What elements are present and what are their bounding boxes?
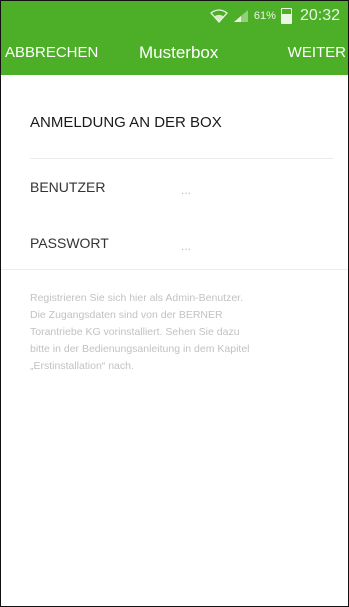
app-title: Musterbox	[139, 43, 219, 62]
section-title: ANMELDUNG AN DER BOX	[30, 114, 222, 131]
info-line: Torantriebe KG vorinstalliert. Sehen Sie…	[30, 326, 240, 338]
clock-time: 20:32	[299, 7, 340, 24]
app-screen: 61% 20:32 ABBRECHEN Musterbox WEITER ANM…	[0, 0, 349, 607]
battery-fill	[281, 14, 291, 23]
info-line: Die Zugangsdaten sind von der BERNER	[30, 309, 223, 321]
password-label: PASSWORT	[30, 235, 109, 251]
user-label: BENUTZER	[30, 179, 106, 195]
app-bar: ABBRECHEN Musterbox WEITER	[1, 31, 348, 75]
signal-icon	[233, 10, 248, 22]
info-line: Registrieren Sie sich hier als Admin-Ben…	[30, 292, 244, 304]
user-input[interactable]	[181, 181, 321, 199]
next-button[interactable]: WEITER	[288, 31, 346, 75]
divider	[1, 269, 348, 270]
battery-icon	[280, 8, 292, 24]
info-line: bitte in der Bedienungsanleitung in dem …	[30, 343, 250, 355]
wifi-icon	[209, 9, 228, 23]
battery-percent: 61%	[253, 10, 276, 22]
divider	[30, 158, 333, 159]
status-indicators: 61% 20:32	[209, 1, 340, 31]
password-input[interactable]	[181, 237, 321, 255]
cancel-button[interactable]: ABBRECHEN	[5, 31, 98, 75]
info-text: Registrieren Sie sich hier als Admin-Ben…	[30, 290, 330, 375]
status-bar: 61% 20:32	[1, 1, 348, 31]
info-line: „Erstinstallation“ nach.	[30, 360, 134, 372]
